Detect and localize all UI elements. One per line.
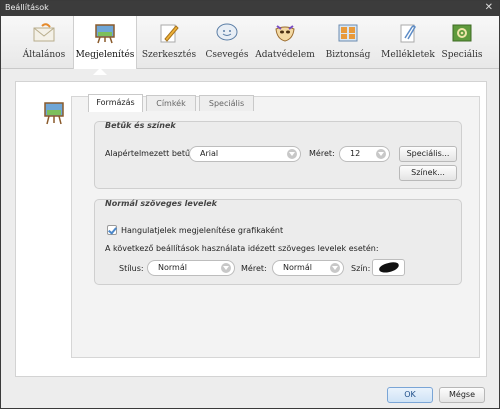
toolbar-label: Mellékletek [381, 50, 435, 60]
quoted-text-label: A következő beállítások használata idéze… [105, 244, 379, 253]
quoted-color-label: Szín: [351, 264, 371, 273]
emoticons-checkbox[interactable] [107, 225, 117, 235]
close-icon[interactable]: ✕ [485, 2, 493, 13]
toolbar-label: Szerkesztés [141, 50, 197, 60]
color-swatch [378, 261, 400, 274]
group-title: Betűk és színek [105, 121, 176, 130]
paperclip-icon [400, 24, 416, 43]
toolbar-item-security[interactable]: Biztonság [321, 16, 375, 69]
toolbar-label: Speciális [441, 50, 483, 60]
preferences-window: Beállítások ✕ Általános Megjelenítés Sze… [0, 0, 500, 409]
ok-button[interactable]: OK [387, 387, 433, 403]
easel-icon [44, 102, 64, 125]
toolbar-item-attachments[interactable]: Mellékletek [379, 16, 437, 69]
envelope-icon [33, 23, 55, 42]
toolbar-label: Általános [22, 50, 66, 60]
window-title: Beállítások [5, 3, 49, 12]
toolbar-label: Csevegés [205, 50, 249, 60]
font-size-select[interactable]: 12 [339, 146, 390, 162]
mask-icon [275, 25, 295, 42]
quoted-color-picker[interactable] [372, 259, 405, 276]
emoticons-label: Hangulatjelek megjelenítése grafikaként [121, 226, 284, 235]
advanced-fonts-button[interactable]: Speciális... [399, 146, 457, 162]
toolbar-item-advanced[interactable]: Speciális [437, 16, 487, 69]
toolbar-item-chat[interactable]: Csevegés [201, 16, 253, 69]
default-font-value: Arial [200, 149, 219, 158]
quoted-size-value: Normál [283, 263, 312, 272]
gear-board-icon [452, 24, 472, 42]
pencil-icon [160, 24, 179, 43]
toolbar-label: Adatvédelem [255, 50, 315, 60]
easel-icon [95, 24, 115, 44]
style-label: Stílus: [119, 264, 144, 273]
colors-button[interactable]: Színek... [399, 165, 457, 181]
toolbar-label: Megjelenítés [75, 50, 135, 60]
chat-icon [216, 23, 238, 41]
quoted-size-select[interactable]: Normál [272, 260, 344, 276]
active-category-pointer [93, 68, 107, 75]
chevron-down-icon [221, 263, 231, 273]
font-size-value: 12 [350, 149, 361, 158]
quoted-size-label: Méret: [241, 264, 267, 273]
category-toolbar: Általános Megjelenítés Szerkesztés Cseve… [1, 16, 499, 69]
toolbar-item-composition[interactable]: Szerkesztés [139, 16, 199, 69]
toolbar-item-display[interactable]: Megjelenítés [73, 16, 137, 69]
default-font-label: Alapértelmezett betű: [105, 149, 193, 158]
quoted-style-select[interactable]: Normál [147, 260, 235, 276]
font-size-label: Méret: [309, 149, 335, 158]
tab-advanced[interactable]: Speciális [199, 95, 254, 111]
toolbar-label: Biztonság [325, 50, 371, 60]
quoted-style-value: Normál [158, 263, 187, 272]
chevron-down-icon [330, 263, 340, 273]
cancel-button[interactable]: Mégse [439, 387, 485, 403]
lock-window-icon [338, 24, 358, 42]
title-bar: Beállítások ✕ [1, 1, 499, 16]
toolbar-item-general[interactable]: Általános [15, 16, 73, 69]
tab-formatting[interactable]: Formázás [88, 94, 143, 112]
group-title: Normál szöveges levelek [105, 199, 217, 208]
tab-tags[interactable]: Címkék [146, 95, 196, 111]
chevron-down-icon [376, 149, 386, 159]
toolbar-item-privacy[interactable]: Adatvédelem [254, 16, 316, 69]
chevron-down-icon [287, 149, 297, 159]
default-font-select[interactable]: Arial [189, 146, 301, 162]
